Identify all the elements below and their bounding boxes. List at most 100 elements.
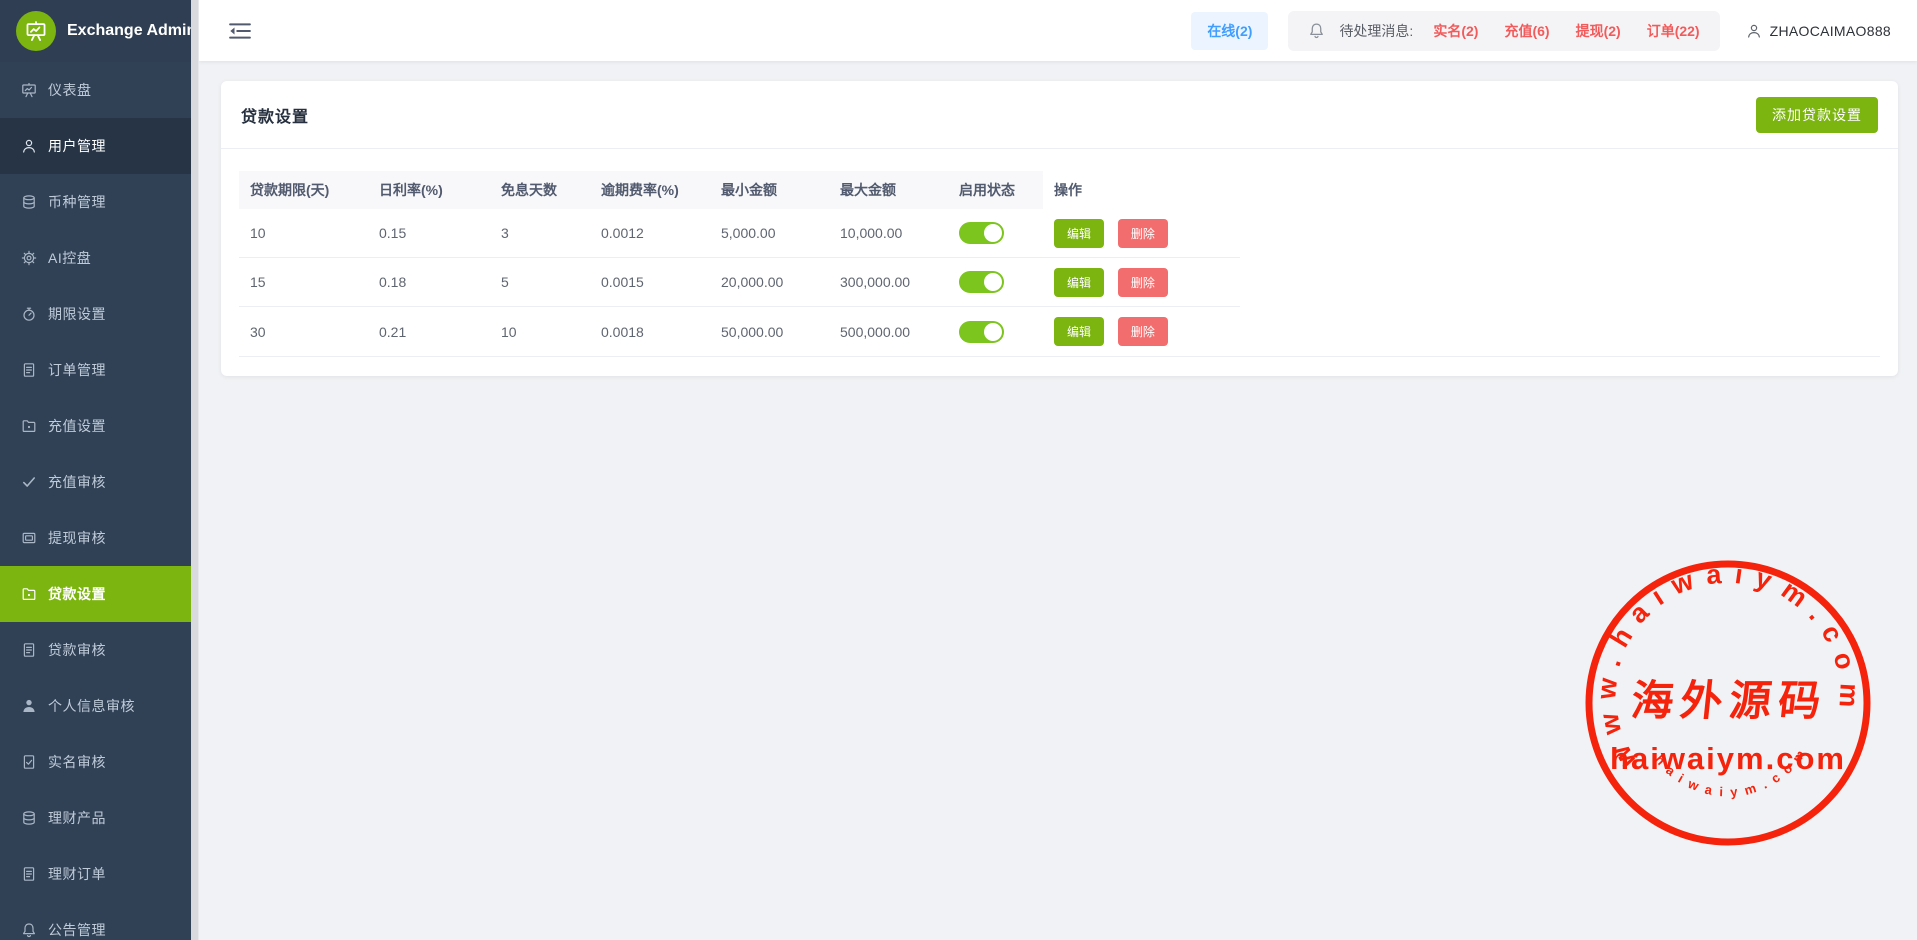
sidebar-item[interactable]: 币种管理	[0, 174, 191, 230]
sidebar-item[interactable]: 充值设置	[0, 398, 191, 454]
card-title: 贷款设置	[241, 103, 309, 127]
sidebar-item[interactable]: 仪表盘	[0, 62, 191, 118]
add-loan-setting-button[interactable]: 添加贷款设置	[1756, 97, 1878, 133]
edit-button[interactable]: 编辑	[1054, 219, 1104, 248]
banknote-icon	[21, 530, 37, 546]
toggle-knob	[984, 224, 1002, 242]
column-header: 最大金额	[829, 171, 948, 209]
sidebar-item[interactable]: 订单管理	[0, 342, 191, 398]
enable-toggle[interactable]	[959, 222, 1004, 244]
sidebar-item[interactable]: 提现审核	[0, 510, 191, 566]
document-icon	[21, 362, 37, 378]
enable-toggle[interactable]	[959, 321, 1004, 343]
column-header: 最小金额	[710, 171, 829, 209]
document-icon	[21, 642, 37, 658]
edit-button[interactable]: 编辑	[1054, 317, 1104, 346]
pending-link[interactable]: 充值(6)	[1504, 21, 1549, 41]
user-menu[interactable]: ZHAOCAIMAO888	[1740, 23, 1891, 39]
cell-min-amount: 50,000.00	[710, 324, 829, 340]
sidebar-item[interactable]: 贷款审核	[0, 622, 191, 678]
table-body: 10 0.15 3 0.0012 5,000.00 10,000.00 编辑 删…	[239, 209, 1880, 356]
toggle-knob	[984, 273, 1002, 291]
delete-button[interactable]: 删除	[1118, 268, 1168, 297]
dashboard-icon	[21, 82, 37, 98]
cell-min-amount: 20,000.00	[710, 274, 829, 290]
cell-daily-rate: 0.21	[368, 324, 490, 340]
cell-loan-days: 10	[239, 225, 368, 241]
sidebar-menu: 仪表盘 用户管理 币种管理 AI控盘 期限设置	[0, 62, 191, 940]
delete-button[interactable]: 删除	[1118, 317, 1168, 346]
document-icon	[21, 866, 37, 882]
coins-icon	[21, 810, 37, 826]
doc-check-icon	[21, 754, 37, 770]
coins-icon	[21, 194, 37, 210]
cell-overdue-rate: 0.0012	[590, 225, 710, 241]
cell-max-amount: 10,000.00	[829, 225, 948, 241]
sidebar-item[interactable]: 贷款设置	[0, 566, 191, 622]
main-area: 在线(2) 待处理消息: 实名(2) 充值(6) 提现(2) 订单(22)	[199, 0, 1917, 940]
app-logo: Exchange Admin	[0, 0, 191, 62]
cell-overdue-rate: 0.0018	[590, 324, 710, 340]
pending-link[interactable]: 提现(2)	[1576, 21, 1621, 41]
sidebar-item-label: 充值审核	[48, 472, 106, 492]
edit-button[interactable]: 编辑	[1054, 268, 1104, 297]
table-row: 15 0.18 5 0.0015 20,000.00 300,000.00 编辑…	[239, 258, 1240, 307]
column-header: 逾期费率(%)	[590, 171, 710, 209]
sidebar-item[interactable]: 理财订单	[0, 846, 191, 902]
app-title: Exchange Admin	[67, 22, 196, 40]
user-icon	[1746, 23, 1762, 39]
column-header: 操作	[1043, 171, 1240, 209]
sidebar-item[interactable]: 用户管理	[0, 118, 191, 174]
cell-min-amount: 5,000.00	[710, 225, 829, 241]
pending-link[interactable]: 实名(2)	[1433, 21, 1478, 41]
pending-link[interactable]: 订单(22)	[1647, 21, 1700, 41]
topbar-right: 在线(2) 待处理消息: 实名(2) 充值(6) 提现(2) 订单(22)	[1191, 11, 1891, 51]
sidebar-item[interactable]: 个人信息审核	[0, 678, 191, 734]
bell-icon	[21, 922, 37, 938]
column-header: 启用状态	[948, 171, 1043, 209]
card-header: 贷款设置 添加贷款设置	[221, 81, 1898, 149]
sidebar-scrollbar[interactable]	[191, 0, 199, 940]
enable-toggle[interactable]	[959, 271, 1004, 293]
sidebar-item-label: 充值设置	[48, 416, 106, 436]
cell-loan-days: 30	[239, 324, 368, 340]
cell-daily-rate: 0.15	[368, 225, 490, 241]
menu-fold-icon[interactable]	[229, 21, 251, 41]
sidebar-item-label: 个人信息审核	[48, 696, 135, 716]
folder-icon	[21, 586, 37, 602]
sidebar-item-label: 订单管理	[48, 360, 106, 380]
cell-free-days: 3	[490, 225, 590, 241]
sidebar-item[interactable]: 期限设置	[0, 286, 191, 342]
cell-free-days: 10	[490, 324, 590, 340]
cell-free-days: 5	[490, 274, 590, 290]
stopwatch-icon	[21, 306, 37, 322]
sidebar-item-label: 理财订单	[48, 864, 106, 884]
topbar: 在线(2) 待处理消息: 实名(2) 充值(6) 提现(2) 订单(22)	[199, 0, 1917, 61]
sidebar-item[interactable]: 理财产品	[0, 790, 191, 846]
sidebar-item[interactable]: 充值审核	[0, 454, 191, 510]
cell-loan-days: 15	[239, 274, 368, 290]
pending-messages: 待处理消息: 实名(2) 充值(6) 提现(2) 订单(22)	[1288, 11, 1719, 51]
sidebar-item-label: AI控盘	[48, 248, 91, 268]
person-filled-icon	[21, 698, 37, 714]
sidebar-item[interactable]: AI控盘	[0, 230, 191, 286]
gear-icon	[21, 250, 37, 266]
column-header: 贷款期限(天)	[239, 171, 368, 209]
cell-max-amount: 300,000.00	[829, 274, 948, 290]
pending-label: 待处理消息:	[1339, 21, 1413, 41]
delete-button[interactable]: 删除	[1118, 219, 1168, 248]
sidebar-item-label: 贷款设置	[48, 584, 106, 604]
check-icon	[21, 474, 37, 490]
pending-links: 实名(2) 充值(6) 提现(2) 订单(22)	[1433, 21, 1699, 41]
card-body: 贷款期限(天) 日利率(%) 免息天数 逾期费率(%) 最小金额 最大金额 启用…	[221, 149, 1898, 357]
sidebar-item-label: 仪表盘	[48, 80, 92, 100]
user-icon	[21, 138, 37, 154]
bell-icon	[1308, 22, 1325, 39]
sidebar-item[interactable]: 实名审核	[0, 734, 191, 790]
sidebar-item-label: 贷款审核	[48, 640, 106, 660]
column-header: 日利率(%)	[368, 171, 490, 209]
username: ZHAOCAIMAO888	[1770, 23, 1891, 39]
online-badge[interactable]: 在线(2)	[1191, 12, 1268, 50]
sidebar: Exchange Admin 仪表盘 用户管理 币种管理 AI控盘	[0, 0, 191, 940]
sidebar-item[interactable]: 公告管理	[0, 902, 191, 940]
